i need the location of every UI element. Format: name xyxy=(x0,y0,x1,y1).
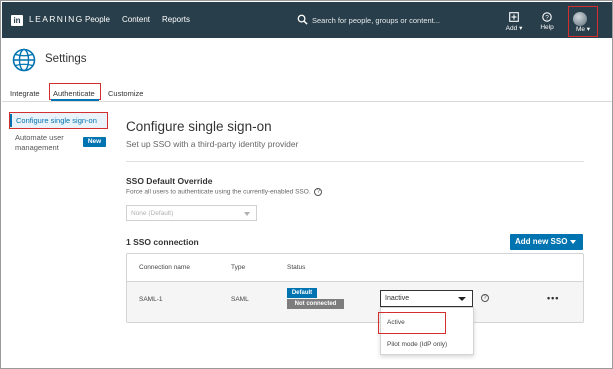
chevron-down-icon xyxy=(458,297,466,301)
divider xyxy=(126,161,584,162)
me-label: Me xyxy=(575,26,585,33)
chevron-down-icon: ▾ xyxy=(519,25,523,32)
add-icon xyxy=(509,12,519,22)
svg-text:?: ? xyxy=(545,14,549,21)
table-row xyxy=(127,282,583,322)
column-header-status: Status xyxy=(287,264,306,271)
me-menu-button[interactable]: Me ▾ xyxy=(568,25,598,35)
override-description-row: Force all users to authenticate using th… xyxy=(126,188,323,196)
nav-reports[interactable]: Reports xyxy=(162,15,190,24)
globe-icon xyxy=(12,48,36,72)
nav-content[interactable]: Content xyxy=(122,15,150,24)
connection-count: 1 SSO connection xyxy=(126,237,199,247)
column-header-connection-name: Connection name xyxy=(139,264,190,271)
chevron-down-icon xyxy=(244,212,250,216)
add-new-sso-label: Add new SSO xyxy=(515,237,568,246)
section-subtitle: Set up SSO with a third-party identity p… xyxy=(126,139,299,149)
override-select: None (Default) xyxy=(126,205,257,221)
active-option-highlight-box xyxy=(378,312,446,334)
add-label: Add xyxy=(505,25,518,32)
top-navigation-bar: in LEARNING People Content Reports Add ▾… xyxy=(2,2,612,38)
connection-type-cell: SAML xyxy=(231,296,249,303)
not-connected-badge: Not connected xyxy=(287,299,344,309)
sidebar-selection-indicator xyxy=(10,114,12,127)
nav-people[interactable]: People xyxy=(85,15,110,24)
default-badge: Default xyxy=(287,288,317,298)
help-icon[interactable]: ? xyxy=(314,188,323,196)
add-new-sso-button[interactable]: Add new SSO xyxy=(510,234,583,250)
tab-highlight-box xyxy=(49,83,101,100)
search-input[interactable] xyxy=(312,13,482,27)
more-options-icon[interactable]: ••• xyxy=(547,293,559,303)
sidebar-item-configure-sso[interactable]: Configure single sign-on xyxy=(9,112,108,129)
dropdown-option-pilot-mode[interactable]: Pilot mode (IdP only) xyxy=(387,341,447,348)
help-button[interactable]: ? Help xyxy=(536,6,558,36)
help-icon: ? xyxy=(542,12,552,22)
brand-label: LEARNING xyxy=(29,14,84,24)
new-badge: New xyxy=(83,137,106,147)
page-title: Settings xyxy=(45,53,87,65)
tab-integrate[interactable]: Integrate xyxy=(10,89,40,98)
help-icon[interactable]: ? xyxy=(481,294,489,302)
help-label: Help xyxy=(540,24,554,31)
linkedin-logo[interactable]: in xyxy=(11,15,23,26)
app-window: in LEARNING People Content Reports Add ▾… xyxy=(0,0,613,369)
sso-connections-table: Connection name Type Status SAML-1 SAML … xyxy=(126,253,584,323)
chevron-down-icon xyxy=(570,240,576,244)
tab-customize[interactable]: Customize xyxy=(108,89,143,98)
chevron-down-icon: ▾ xyxy=(586,26,591,33)
override-title: SSO Default Override xyxy=(126,176,213,186)
avatar[interactable] xyxy=(573,12,587,26)
sidebar-item-automate-user-management[interactable]: Automate user management xyxy=(15,133,71,153)
override-description: Force all users to authenticate using th… xyxy=(126,188,311,196)
connection-name-cell: SAML-1 xyxy=(139,296,163,303)
override-select-value: None (Default) xyxy=(131,210,174,217)
column-header-type: Type xyxy=(231,264,246,271)
add-menu-button[interactable]: Add ▾ xyxy=(500,6,528,36)
section-title: Configure single sign-on xyxy=(126,119,272,134)
status-select[interactable]: Inactive xyxy=(380,290,473,307)
search-icon[interactable] xyxy=(297,14,308,25)
status-select-value: Inactive xyxy=(385,295,410,302)
sidebar-item-label: Configure single sign-on xyxy=(16,116,97,125)
tabs-divider xyxy=(2,101,612,102)
